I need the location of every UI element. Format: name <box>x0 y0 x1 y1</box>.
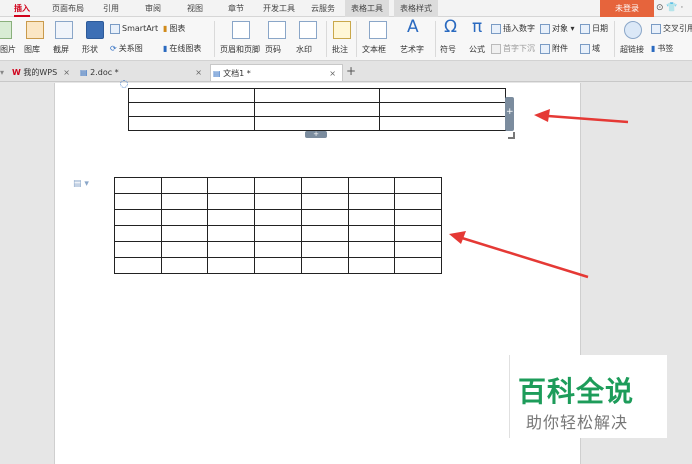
brand-subtitle: 助你轻松解决 <box>526 413 629 432</box>
vertical-scrollbar[interactable] <box>684 83 692 464</box>
arrow-2 <box>449 231 589 279</box>
brand-title: 百科全说 <box>518 375 635 408</box>
arrow-1 <box>534 109 629 124</box>
brand-watermark: 百科全说 助你轻松解决 <box>509 355 667 438</box>
